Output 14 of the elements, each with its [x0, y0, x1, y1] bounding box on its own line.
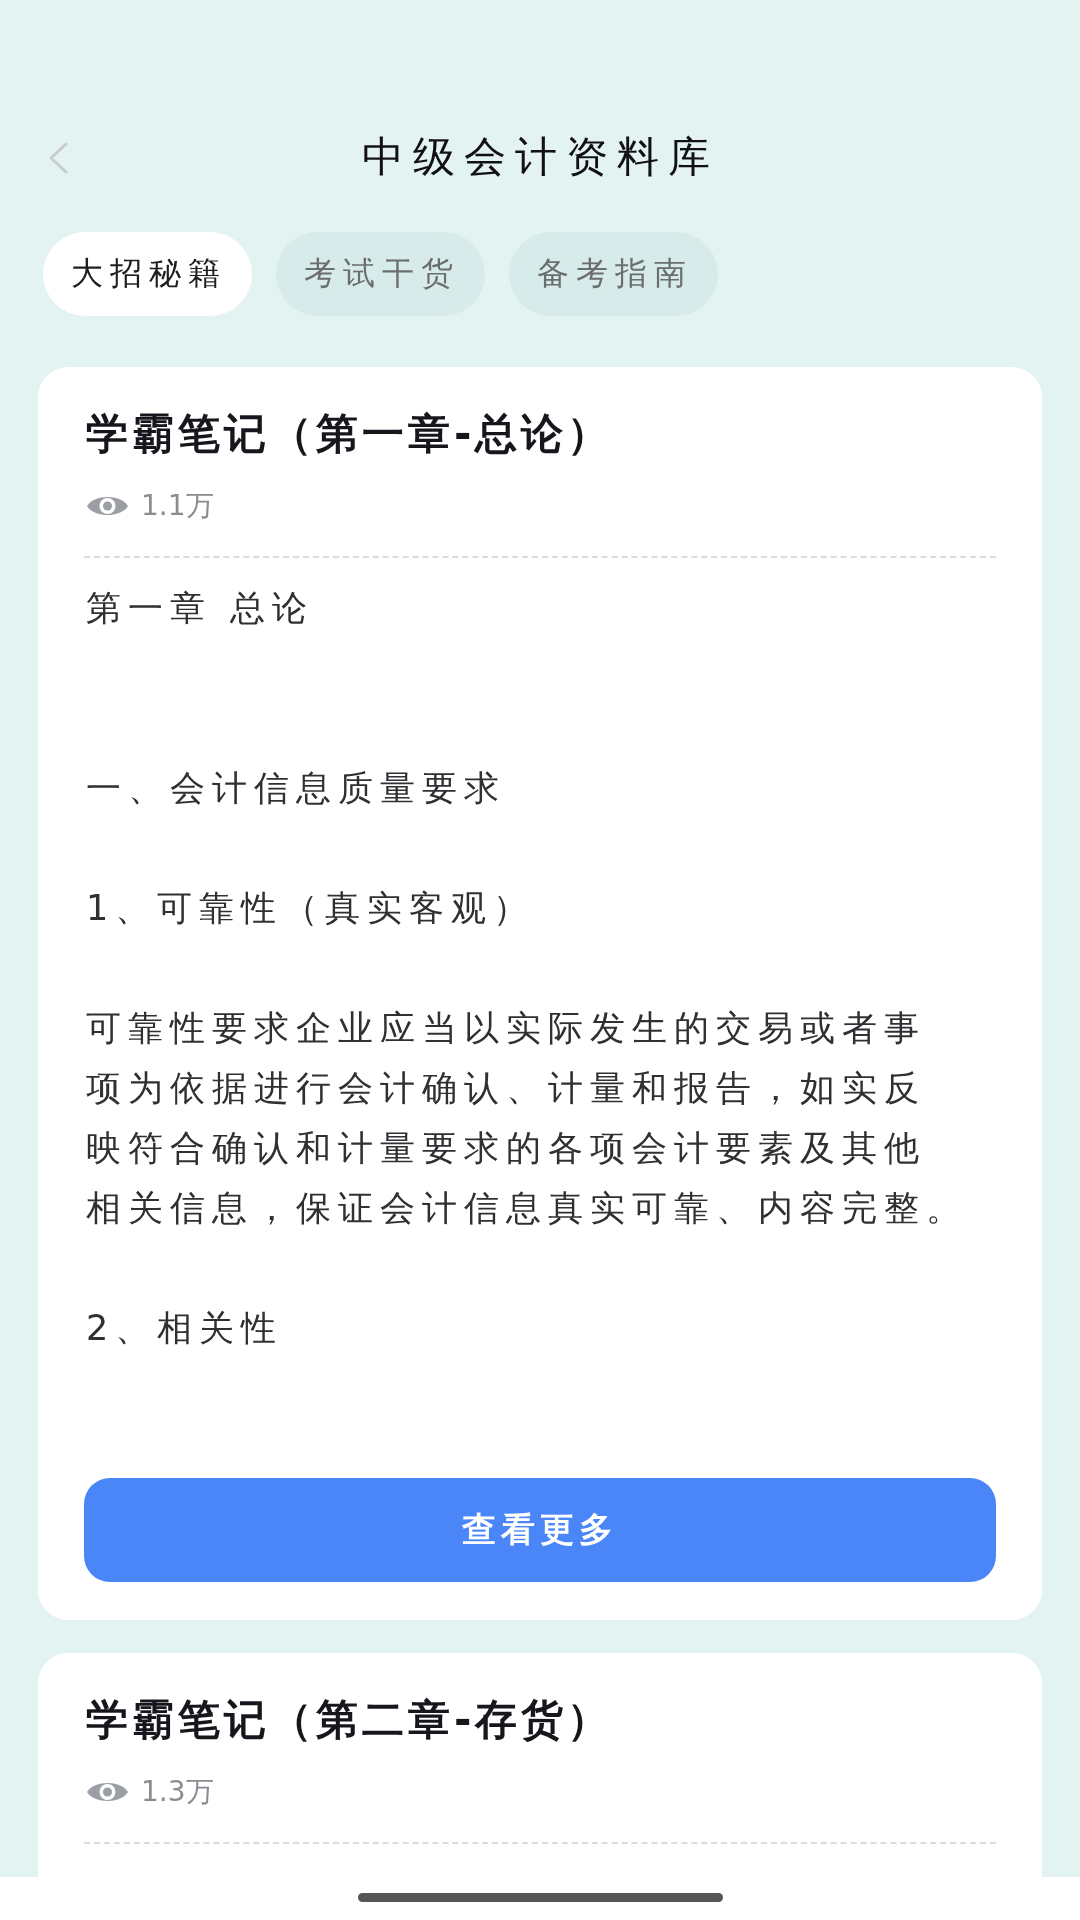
body-paragraph: 可靠性要求企业应当以实际发生的交易或者事 项为依据进行会计确认、计量和报告，如实反 映符合确认和计量要求的各项会计要素及其他 相关信息，保证会计信息真实可靠、内容完整。	[86, 1007, 969, 1230]
category-tab[interactable]: 大招秘籍	[43, 232, 252, 316]
view-count: 1.1万	[141, 488, 214, 524]
section-heading: 1、可靠性（真实客观）	[86, 887, 537, 930]
page-title: 中级会计资料库	[361, 132, 719, 183]
article-title[interactable]: 学霸笔记（第二章-存货）	[86, 1692, 996, 1747]
category-tab[interactable]: 考试干货	[276, 232, 485, 316]
article-title[interactable]: 学霸笔记（第一章-总论）	[86, 406, 996, 461]
section-heading: 一、会计信息质量要求	[86, 767, 507, 810]
chapter-heading: 第一章 总论	[86, 587, 316, 630]
section-heading: 2、相关性	[86, 1307, 285, 1350]
home-indicator[interactable]	[357, 1893, 723, 1902]
category-tab[interactable]: 备考指南	[509, 232, 718, 316]
view-count: 1.3万	[141, 1774, 214, 1810]
